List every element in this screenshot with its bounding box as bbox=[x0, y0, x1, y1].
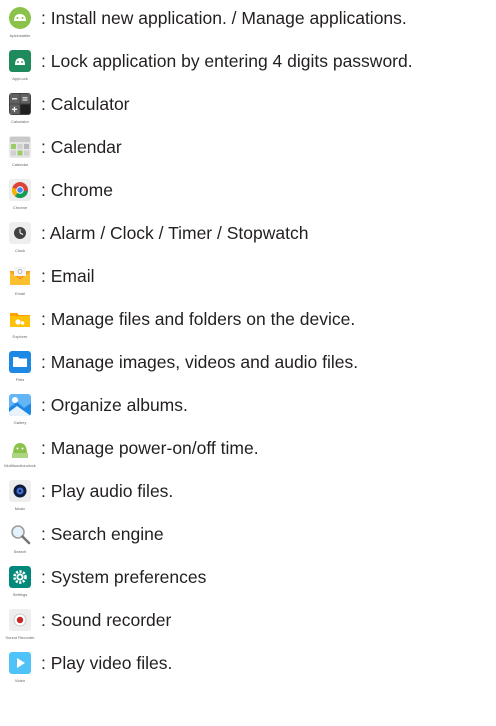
app-description: : Manage images, videos and audio files. bbox=[41, 352, 359, 372]
calendar-icon bbox=[9, 136, 31, 158]
folder-explorer-icon bbox=[9, 308, 31, 330]
app-description: : Manage files and folders on the device… bbox=[41, 309, 356, 329]
app-description: : Search engine bbox=[41, 524, 164, 544]
app-row-power: Multifunctionclock : Manage power-on/off… bbox=[0, 435, 496, 475]
app-row-music: Music : Play audio files. bbox=[0, 478, 496, 518]
icon-caption: Chrome bbox=[12, 205, 28, 210]
icon-caption: Calculator bbox=[10, 119, 29, 124]
app-description: : Manage power-on/off time. bbox=[41, 438, 259, 458]
icon-caption: Explorer bbox=[12, 334, 28, 339]
app-description: : Alarm / Clock / Timer / Stopwatch bbox=[41, 223, 309, 243]
app-description: : Organize albums. bbox=[41, 395, 188, 415]
app-row-files: Files : Manage images, videos and audio … bbox=[0, 349, 496, 389]
icon-caption: Clock bbox=[14, 248, 25, 253]
calculator-icon bbox=[9, 93, 31, 115]
icon-caption: Gallery bbox=[13, 420, 27, 425]
files-icon bbox=[9, 351, 31, 373]
app-icon-cell: Gallery bbox=[3, 392, 37, 432]
app-row-gallery: Gallery : Organize albums. bbox=[0, 392, 496, 432]
app-description: : Install new application. / Manage appl… bbox=[41, 8, 407, 28]
app-icon-cell: Music bbox=[3, 478, 37, 518]
music-icon bbox=[9, 480, 31, 502]
app-description: : Email bbox=[41, 266, 95, 286]
app-icon-cell: Explorer bbox=[3, 306, 37, 346]
app-row-sound-recorder: Sound Recorder : Sound recorder bbox=[0, 607, 496, 647]
app-icon-cell: Files bbox=[3, 349, 37, 389]
icon-caption: Files bbox=[15, 377, 25, 382]
icon-caption: ApkInstaller bbox=[9, 33, 31, 38]
search-icon bbox=[9, 523, 31, 545]
gallery-icon bbox=[9, 394, 31, 416]
settings-gear-icon bbox=[9, 566, 31, 588]
icon-caption: Sound Recorder bbox=[5, 635, 35, 640]
app-row-chrome: Chrome : Chrome bbox=[0, 177, 496, 217]
icon-caption: Settings bbox=[12, 592, 28, 597]
app-description: : Play audio files. bbox=[41, 481, 174, 501]
app-row-email: Email : Email bbox=[0, 263, 496, 303]
app-description: : Chrome bbox=[41, 180, 113, 200]
android-head-icon bbox=[9, 7, 31, 29]
icon-caption: Calendar bbox=[11, 162, 29, 167]
app-row-clock: Clock : Alarm / Clock / Timer / Stopwatc… bbox=[0, 220, 496, 260]
android-power-icon bbox=[9, 437, 31, 459]
chrome-icon bbox=[9, 179, 31, 201]
app-row-apkinstaller: ApkInstaller : Install new application. … bbox=[0, 5, 496, 45]
app-icon-cell: Email bbox=[3, 263, 37, 303]
app-icon-cell: Calendar bbox=[3, 134, 37, 174]
app-description: : Calendar bbox=[41, 137, 122, 157]
app-row-calculator: Calculator : Calculator bbox=[0, 91, 496, 131]
app-description: : Play video files. bbox=[41, 653, 173, 673]
icon-caption: Multifunctionclock bbox=[4, 463, 36, 468]
app-icon-cell: Chrome bbox=[3, 177, 37, 217]
app-description: : Lock application by entering 4 digits … bbox=[41, 51, 413, 71]
icon-caption: Music bbox=[14, 506, 26, 511]
app-icon-cell: Multifunctionclock bbox=[3, 435, 37, 475]
sound-recorder-icon bbox=[9, 609, 31, 631]
app-row-explorer: Explorer : Manage files and folders on t… bbox=[0, 306, 496, 346]
app-icon-cell: Settings bbox=[3, 564, 37, 604]
email-icon bbox=[9, 265, 31, 287]
app-row-settings: Settings : System preferences bbox=[0, 564, 496, 604]
app-description: : Calculator bbox=[41, 94, 130, 114]
app-row-calendar: Calendar : Calendar bbox=[0, 134, 496, 174]
app-icon-cell: ApkInstaller bbox=[3, 5, 37, 45]
video-play-icon bbox=[9, 652, 31, 674]
app-icon-cell: Video bbox=[3, 650, 37, 690]
icon-caption: Search bbox=[13, 549, 27, 554]
app-icon-cell: Search bbox=[3, 521, 37, 561]
app-icon-cell: Sound Recorder bbox=[3, 607, 37, 647]
icon-caption: AppLock bbox=[12, 76, 28, 81]
app-row-applock: AppLock : Lock application by entering 4… bbox=[0, 48, 496, 88]
clock-icon bbox=[9, 222, 31, 244]
app-description: : System preferences bbox=[41, 567, 207, 587]
app-icon-cell: Clock bbox=[3, 220, 37, 260]
app-row-search: Search : Search engine bbox=[0, 521, 496, 561]
app-icon-cell: Calculator bbox=[3, 91, 37, 131]
icon-caption: Video bbox=[14, 678, 26, 683]
app-icon-cell: AppLock bbox=[3, 48, 37, 88]
icon-caption: Email bbox=[14, 291, 25, 296]
app-description: : Sound recorder bbox=[41, 610, 172, 630]
app-row-video: Video : Play video files. bbox=[0, 650, 496, 690]
android-lock-icon bbox=[9, 50, 31, 72]
